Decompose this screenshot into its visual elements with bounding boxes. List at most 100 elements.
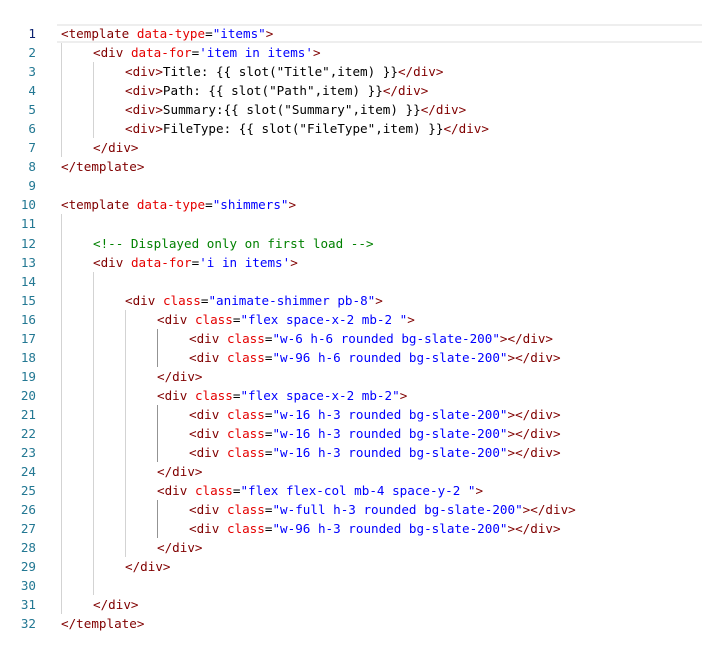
code-line[interactable]: 17 <div class="w-6 h-6 rounded bg-slate-2… bbox=[0, 328, 702, 348]
code-line[interactable]: 3 <div>Title: {{ slot("Title",item) }}</d… bbox=[0, 62, 702, 82]
line-number: 7 bbox=[28, 140, 36, 156]
code-line[interactable]: 15 <div class="animate-shimmer pb-8"> bbox=[0, 290, 702, 310]
line-number: 19 bbox=[20, 368, 36, 384]
code-text: </div> bbox=[93, 138, 139, 157]
indent-guide bbox=[61, 481, 62, 501]
html-tag-token: <div bbox=[157, 311, 188, 327]
code-text: <div>Title: {{ slot("Title",item) }}</di… bbox=[125, 62, 443, 81]
code-line[interactable]: 25 <div class="flex flex-col mb-4 space-y… bbox=[0, 481, 702, 501]
code-line[interactable]: 10 <template data-type="shimmers"> bbox=[0, 195, 702, 214]
html-tag-token: </div> bbox=[420, 102, 467, 118]
code-line[interactable]: 4 <div>Path: {{ slot("Path",item) }}</div… bbox=[0, 81, 702, 101]
code-line[interactable]: 29 </div> bbox=[0, 557, 702, 577]
indent-guide bbox=[61, 443, 62, 463]
html-tag-token: </div> bbox=[157, 368, 203, 384]
html-tag-token: <div bbox=[93, 45, 124, 61]
code-line[interactable]: 22 <div class="w-16 h-3 rounded bg-slate-… bbox=[0, 423, 702, 444]
attribute-token: class bbox=[226, 521, 265, 537]
code-line[interactable]: 13 <div data-for='i in items'> bbox=[0, 252, 702, 272]
line-number: 21 bbox=[20, 406, 36, 422]
attribute-token: data-type bbox=[136, 197, 206, 213]
html-tag-token: > bbox=[375, 292, 383, 308]
code-line[interactable]: 11 bbox=[0, 214, 702, 234]
indent-guide bbox=[93, 328, 94, 348]
line-number: 4 bbox=[28, 83, 36, 99]
html-tag-token: > bbox=[290, 254, 298, 270]
code-line[interactable]: 2 <div data-for='item in items'> bbox=[0, 43, 702, 63]
code-line[interactable]: 24 </div> bbox=[0, 462, 702, 482]
attribute-token: data-type bbox=[136, 26, 206, 41]
line-number: 5 bbox=[28, 102, 36, 118]
html-tag-token: </div> bbox=[125, 559, 171, 575]
code-line[interactable]: 6 <div>FileType: {{ slot("FileType",item)… bbox=[0, 119, 702, 139]
line-number: 24 bbox=[20, 464, 36, 480]
code-text: </template> bbox=[61, 157, 144, 176]
code-line[interactable]: 18 <div class="w-96 h-6 rounded bg-slate-… bbox=[0, 347, 702, 367]
attribute-token: class bbox=[194, 483, 233, 499]
html-tag-token: <template bbox=[61, 197, 130, 213]
line-number: 23 bbox=[20, 445, 36, 461]
indent-guide bbox=[61, 462, 62, 482]
string-token: "w-96 h-3 rounded bg-slate-200" bbox=[272, 521, 508, 537]
indent-guide bbox=[93, 347, 94, 367]
string-token: "flex space-x-2 mb-2 " bbox=[240, 311, 408, 327]
indent-guide bbox=[125, 462, 126, 482]
code-line[interactable]: 23 <div class="w-16 h-3 rounded bg-slate-… bbox=[0, 443, 702, 463]
code-line[interactable]: 9 bbox=[0, 176, 702, 195]
line-number: 2 bbox=[28, 45, 36, 61]
string-token: "w-16 h-3 rounded bg-slate-200" bbox=[272, 425, 508, 441]
code-line[interactable]: 30 bbox=[0, 576, 702, 596]
line-number: 13 bbox=[20, 254, 36, 270]
line-number: 18 bbox=[20, 349, 36, 365]
code-line[interactable]: 20 <div class="flex space-x-2 mb-2"> bbox=[0, 385, 702, 405]
string-token: "w-full h-3 rounded bg-slate-200" bbox=[272, 502, 523, 518]
code-line[interactable]: 5 <div>Summary:{{ slot("Summary",item) }}… bbox=[0, 100, 702, 120]
code-line[interactable]: 32 </template> bbox=[0, 614, 702, 633]
code-text: <div class="flex space-x-2 mb-2"> bbox=[157, 386, 407, 405]
code-line[interactable]: 8 </template> bbox=[0, 157, 702, 176]
indent-guide bbox=[157, 443, 158, 463]
string-token: 'item in items' bbox=[199, 45, 313, 61]
line-number: 22 bbox=[20, 425, 36, 441]
code-line[interactable]: 27 <div class="w-96 h-3 rounded bg-slate-… bbox=[0, 519, 702, 539]
html-tag-token: <div> bbox=[125, 83, 163, 99]
code-line[interactable]: 28 </div> bbox=[0, 538, 702, 558]
html-tag-token: ></div> bbox=[522, 502, 576, 518]
code-line[interactable]: 26 <div class="w-full h-3 rounded bg-slat… bbox=[0, 500, 702, 520]
html-tag-token: <div bbox=[189, 330, 220, 346]
html-tag-token: > bbox=[399, 387, 408, 403]
indent-guide bbox=[61, 62, 62, 82]
line-number: 9 bbox=[28, 178, 36, 194]
code-line[interactable]: 21 <div class="w-16 h-3 rounded bg-slate-… bbox=[0, 404, 702, 424]
indent-guide bbox=[93, 271, 94, 291]
html-tag-token: <div> bbox=[125, 64, 163, 80]
code-line[interactable]: 16 <div class="flex space-x-2 mb-2 "> bbox=[0, 309, 702, 329]
code-line[interactable]: 19 </div> bbox=[0, 366, 702, 386]
indent-guide bbox=[61, 81, 62, 101]
indent-guide bbox=[93, 481, 94, 501]
line-number: 8 bbox=[28, 159, 36, 175]
indent-guide bbox=[61, 138, 62, 158]
indent-guide bbox=[61, 328, 62, 348]
line-number: 6 bbox=[28, 121, 36, 137]
line-number: 27 bbox=[20, 521, 36, 537]
code-line[interactable]: 1 <template data-type="items"> bbox=[0, 24, 702, 44]
attribute-token: class bbox=[162, 292, 201, 308]
line-number: 3 bbox=[28, 64, 36, 80]
attribute-token: class bbox=[226, 425, 265, 441]
html-tag-token: </template> bbox=[61, 159, 145, 175]
line-number: 25 bbox=[20, 483, 36, 499]
html-tag-token: </div> bbox=[382, 83, 429, 99]
code-line[interactable]: 12 <!-- Displayed only on first load --> bbox=[0, 233, 702, 253]
code-editor[interactable]: 1 <template data-type="items"> 2 <div data-… bbox=[0, 24, 702, 634]
code-line[interactable]: 7 </div> bbox=[0, 138, 702, 158]
code-text: <div class="w-6 h-6 rounded bg-slate-200… bbox=[189, 329, 553, 348]
code-line[interactable]: 14 bbox=[0, 271, 702, 291]
code-line[interactable]: 31 </div> bbox=[0, 595, 702, 615]
indent-guide bbox=[93, 309, 94, 329]
